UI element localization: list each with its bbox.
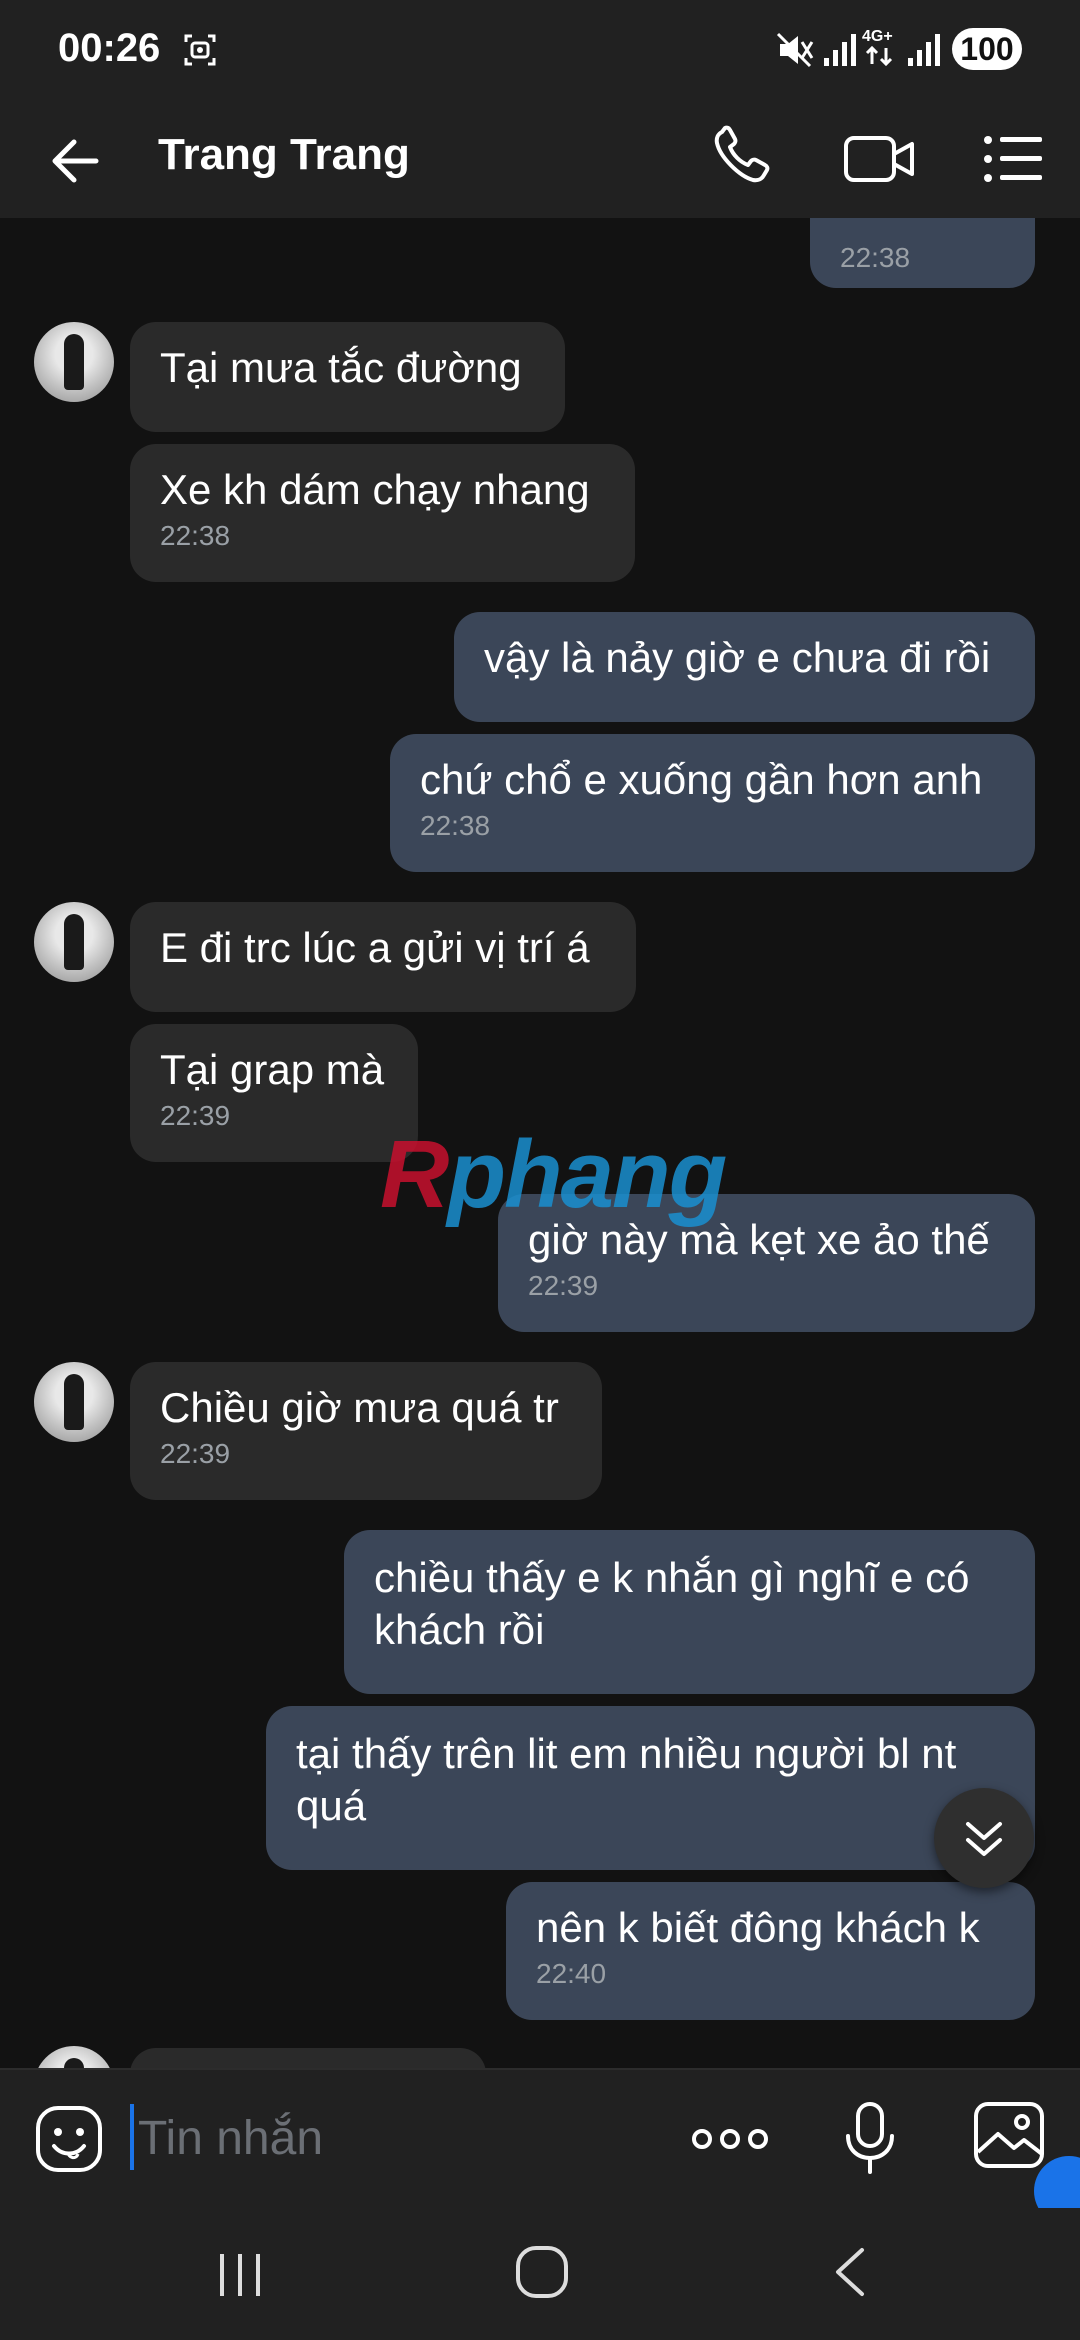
message-text: Chiều giờ mưa quá tr <box>160 1384 559 1431</box>
message-time: 22:39 <box>160 1438 231 1469</box>
message-text: Tại grap mà <box>160 1046 385 1093</box>
message-text: chiều thấy e k nhắn gì nghĩ e có khách r… <box>374 1554 970 1653</box>
system-navigation-bar <box>0 2208 1080 2340</box>
screenshot-icon <box>184 34 216 66</box>
message-text: tại thấy trên lit em nhiều người bl nt q… <box>296 1730 957 1829</box>
scroll-to-bottom-button[interactable] <box>934 1788 1034 1888</box>
sticker-emoji-icon[interactable] <box>34 2104 104 2174</box>
message-time: 22:39 <box>528 1270 599 1301</box>
battery-icon: 100 <box>952 28 1022 70</box>
microphone-icon[interactable] <box>840 2098 900 2178</box>
contact-avatar[interactable] <box>34 2046 114 2068</box>
message-time: 22:40 <box>536 1958 607 1989</box>
signal-icon <box>824 34 856 66</box>
text-cursor <box>130 2104 134 2170</box>
network-type: 4G+ <box>862 28 896 68</box>
recent-apps-icon[interactable] <box>216 2250 266 2300</box>
status-time: 00:26 <box>58 26 161 70</box>
contact-avatar[interactable] <box>34 902 114 982</box>
message-bubble-outgoing[interactable]: nên k biết đông khách k 22:40 <box>506 1882 1035 2020</box>
message-text: nên k biết đông khách k <box>536 1904 980 1951</box>
home-icon[interactable] <box>514 2244 570 2300</box>
message-text: vậy là nảy giờ e chưa đi rồi <box>484 634 991 681</box>
mute-icon <box>776 32 814 68</box>
message-time: 22:39 <box>160 1100 231 1131</box>
message-bubble-outgoing[interactable]: vậy là nảy giờ e chưa đi rồi <box>454 612 1035 722</box>
message-bubble-incoming[interactable]: Chiều giờ mưa quá tr 22:39 <box>130 1362 602 1500</box>
status-bar: 00:26 4G+ 100 <box>0 0 1080 100</box>
video-call-icon[interactable] <box>840 124 920 194</box>
message-time: 22:38 <box>840 242 911 273</box>
message-bubble-outgoing[interactable]: chiều thấy e k nhắn gì nghĩ e có khách r… <box>344 1530 1035 1694</box>
image-gallery-icon[interactable] <box>972 2100 1046 2170</box>
contact-avatar[interactable] <box>34 1362 114 1442</box>
back-icon[interactable] <box>826 2244 876 2300</box>
phone-call-icon[interactable] <box>708 122 778 192</box>
message-time: 22:38 <box>160 520 231 551</box>
message-text: E đi trc lúc a gửi vị trí á <box>160 924 590 971</box>
message-text: chứ chổ e xuống gần hơn anh <box>420 756 983 803</box>
double-chevron-down-icon <box>966 1822 1002 1856</box>
more-options-icon[interactable] <box>690 2114 770 2164</box>
message-time: 22:38 <box>420 810 491 841</box>
message-composer <box>0 2068 1080 2210</box>
message-input[interactable] <box>136 2102 640 2174</box>
message-bubble-outgoing[interactable]: tại thấy trên lit em nhiều người bl nt q… <box>266 1706 1035 1870</box>
chat-header: Trang Trang <box>0 100 1080 218</box>
message-bubble-outgoing[interactable]: 22:38 <box>810 218 1035 288</box>
message-bubble-incoming[interactable]: Xe kh dám chạy nhang 22:38 <box>130 444 635 582</box>
contact-avatar[interactable] <box>34 322 114 402</box>
signal-icon <box>908 34 940 66</box>
contact-name[interactable]: Trang Trang <box>158 130 410 180</box>
message-text: Tại mưa tắc đường <box>160 344 522 391</box>
message-bubble-incoming[interactable]: E đi trc lúc a gửi vị trí á <box>130 902 636 1012</box>
message-bubble-incoming[interactable]: Tại mưa tắc đường <box>130 322 565 432</box>
message-bubble-incoming[interactable]: Tại grap mà 22:39 <box>130 1024 418 1162</box>
message-bubble-incoming[interactable] <box>130 2048 486 2068</box>
message-text: Xe kh dám chạy nhang <box>160 466 590 513</box>
message-bubble-outgoing[interactable]: chứ chổ e xuống gần hơn anh 22:38 <box>390 734 1035 872</box>
watermark-logo: Rphang <box>380 1121 727 1228</box>
menu-list-icon[interactable] <box>978 124 1048 194</box>
back-arrow-icon[interactable] <box>44 126 114 196</box>
